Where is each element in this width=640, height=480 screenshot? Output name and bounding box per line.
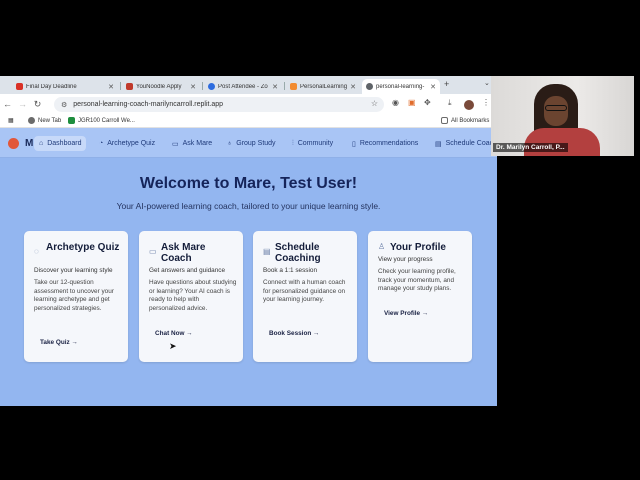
nav-community[interactable]: ⫶ Community [287,136,338,151]
site-info-icon[interactable]: ⚙ [61,101,67,109]
forward-icon[interactable]: → [15,99,30,109]
card-description: Take our 12-question assessment to uncov… [34,279,114,312]
card-subtitle: View your progress [378,256,433,263]
chat-now-link[interactable]: Chat Now → [155,330,193,337]
url-text: personal-learning-coach-marilyncarroll.r… [73,101,224,108]
nav-archetype-quiz[interactable]: ◔ Archetype Quiz [94,136,160,151]
apps-grid-icon[interactable]: ▦ [8,117,14,124]
bookmark-jgr100[interactable]: JGR100 Carroll We... [68,117,135,124]
mouse-cursor-icon: ➤ [169,341,177,351]
close-tab-icon[interactable]: ✕ [108,83,114,91]
bookmark-star-icon[interactable]: ☆ [371,99,378,108]
browser-tab-final-day[interactable]: Final Day Deadline ✕ [12,79,118,94]
card-ask-mare: ▭ Ask Mare Coach Get answers and guidanc… [139,231,243,362]
close-tab-icon[interactable]: ✕ [272,83,278,91]
book-icon: ▯ [352,140,356,148]
nav-dashboard[interactable]: ⌂ Dashboard [34,136,87,151]
calendar-icon: ▤ [435,140,442,148]
gmail-icon [16,83,23,90]
tab-strip: Final Day Deadline ✕ YouNoodle Apply ✕ P… [0,76,497,94]
card-subtitle: Book a 1:1 session [263,267,317,274]
new-tab-button[interactable]: + [444,79,449,89]
browser-tab-zoom[interactable]: Post Attendee - Zo ✕ [204,79,282,94]
browser-tab-active[interactable]: personal-learning- ✕ [362,79,440,94]
page-subtitle: Your AI-powered learning coach, tailored… [116,201,381,211]
card-archetype-quiz: ◌ Archetype Quiz Discover your learning … [24,231,128,362]
download-icon[interactable]: ⤓ [448,98,452,108]
extensions-puzzle-icon[interactable]: ✥ [424,98,431,107]
reload-icon[interactable]: ↻ [30,99,45,110]
compass-icon: ◌ [34,247,39,256]
toolbar: ← → ↻ ⚙ personal-learning-coach-marilync… [0,94,497,114]
page-title: Welcome to Mare, Test User! [139,175,358,192]
chart-icon: ⫶ [292,139,294,147]
logo-text[interactable]: M [25,138,33,149]
browser-window: Final Day Deadline ✕ YouNoodle Apply ✕ P… [0,76,497,406]
card-subtitle: Discover your learning style [34,267,113,274]
view-profile-link[interactable]: View Profile → [384,310,428,317]
bookmark-new-tab[interactable]: New Tab [28,117,61,124]
card-description: Have questions about studying or learnin… [149,279,237,312]
browser-tab-younoodle[interactable]: YouNoodle Apply ✕ [122,79,200,94]
book-session-link[interactable]: Book Session → [269,330,319,337]
card-schedule-coaching: ▤ Schedule Coaching Book a 1:1 session C… [253,231,357,362]
globe-icon [366,83,373,90]
globe-icon [28,117,35,124]
close-tab-icon[interactable]: ✕ [350,83,356,91]
video-participant-tile: Dr. Marilyn Carroll, P... [491,76,634,156]
card-title: Schedule Coaching [275,242,321,264]
zoom-icon [208,83,215,90]
app-page: M ⌂ Dashboard ◔ Archetype Quiz ▭ Ask Mar… [0,128,497,406]
card-title: Ask Mare Coach [161,242,206,264]
nav-ask-mare[interactable]: ▭ Ask Mare [167,136,217,151]
younoodle-icon [126,83,133,90]
all-bookmarks[interactable]: All Bookmarks [441,117,489,124]
nav-group-study[interactable]: ♁ Group Study [222,136,281,151]
mare-logo-icon[interactable] [8,138,19,149]
bookmarks-bar: ▦ New Tab JGR100 Carroll We... All Bookm… [0,114,497,128]
user-icon: ♙ [378,242,386,251]
screen: Final Day Deadline ✕ YouNoodle Apply ✕ P… [0,0,640,480]
browser-tab-personallearning[interactable]: PersonalLearningCo ✕ [286,79,360,94]
card-your-profile: ♙ Your Profile View your progress Check … [368,231,472,362]
tab-search-icon[interactable]: ⌄ [484,79,490,87]
participant-name: Dr. Marilyn Carroll, P... [493,143,568,152]
menu-kebab-icon[interactable]: ⋮ [482,98,490,107]
sheets-icon [68,117,75,124]
folder-icon [441,117,448,124]
address-bar[interactable]: ⚙ personal-learning-coach-marilyncarroll… [54,97,384,112]
take-quiz-link[interactable]: Take Quiz → [40,339,78,346]
home-icon: ⌂ [39,140,44,147]
calendar-icon: ▤ [263,247,271,256]
card-description: Check your learning profile, track your … [378,268,456,293]
close-tab-icon[interactable]: ✕ [190,83,196,91]
users-icon: ♁ [227,140,233,147]
replit-icon [290,83,297,90]
quiz-icon: ◔ [99,140,104,147]
card-subtitle: Get answers and guidance [149,267,226,274]
extension-icon[interactable]: ▣ [408,98,416,107]
nav-recommendations[interactable]: ▯ Recommendations [347,136,423,151]
extension-icon[interactable]: ◉ [392,98,399,107]
card-title: Your Profile [390,242,446,253]
chat-icon: ▭ [172,140,179,148]
card-description: Connect with a human coach for personali… [263,279,346,304]
nav-schedule-coach[interactable]: ▤ Schedule Coach [430,136,497,151]
card-title: Archetype Quiz [46,242,120,253]
back-icon[interactable]: ← [0,99,15,109]
app-nav: M ⌂ Dashboard ◔ Archetype Quiz ▭ Ask Mar… [0,128,497,158]
close-tab-icon[interactable]: ✕ [430,83,436,91]
chat-icon: ▭ [149,247,157,256]
profile-avatar[interactable] [464,100,474,110]
